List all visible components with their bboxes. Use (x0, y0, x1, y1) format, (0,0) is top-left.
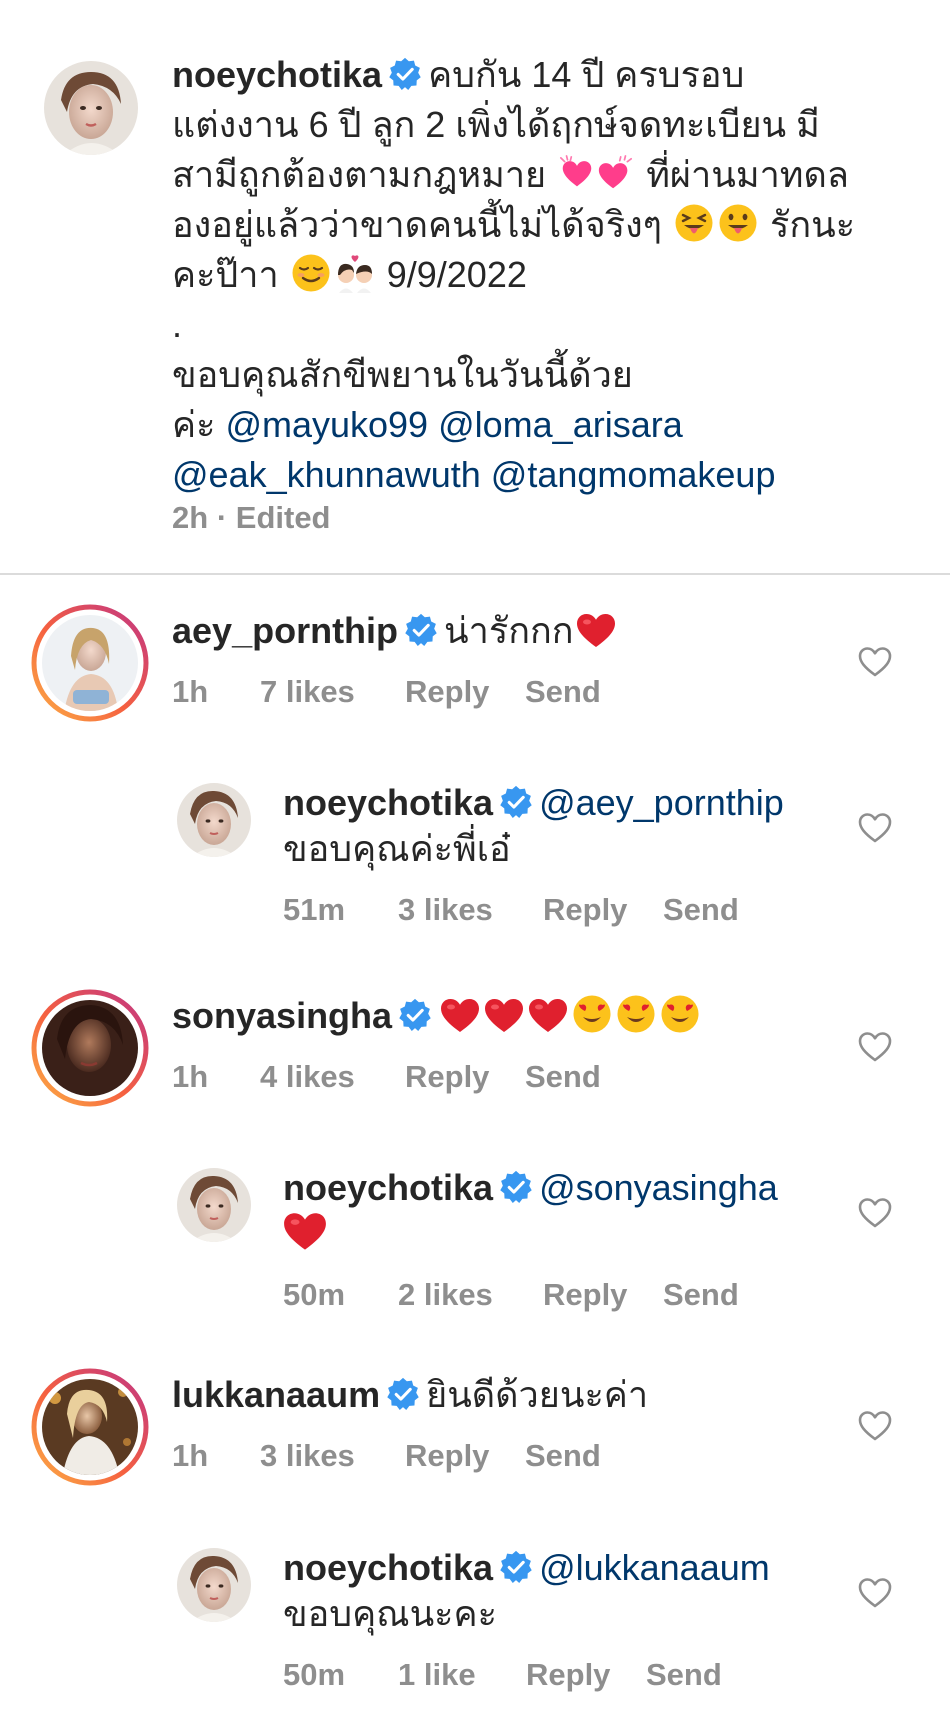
comment-username[interactable]: noeychotika (283, 782, 493, 823)
comment-time: 50m (283, 1657, 346, 1692)
comment-text: aey_pornthip น่ารักกก (172, 608, 752, 654)
caption-line: ขอบคุณสักขีพยานในวันนี้ด้วย (172, 354, 633, 395)
caption-line: องอยู่แล้วว่าขาดคนนี้ไม่ได้จริงๆ (172, 204, 662, 245)
meta-separator: · (216, 500, 228, 535)
avatar[interactable] (176, 1167, 252, 1243)
send-button[interactable]: Send (663, 1277, 739, 1313)
caption-meta: 2h · Edited (172, 500, 331, 536)
divider (0, 573, 950, 575)
mention-link[interactable]: @tangmomakeup (491, 454, 776, 495)
verified-badge-icon (499, 1550, 533, 1584)
mention-link[interactable]: @loma_arisara (438, 404, 683, 445)
heart-outline-icon[interactable] (858, 1577, 892, 1609)
two-hearts-emoji-icon (558, 155, 634, 193)
caption-line: แต่งงาน 6 ปี ลูก 2 เพิ่งได้ฤกษ์จดทะเบียน… (172, 104, 820, 145)
caption-text: noeychotika คบกัน 14 ปี ครบรอบ แต่งงาน 6 … (172, 50, 872, 500)
caption-username[interactable]: noeychotika (172, 54, 382, 95)
caption-line: ที่ผ่านมาทดล (646, 154, 849, 195)
comment-username[interactable]: aey_pornthip (172, 610, 398, 651)
comment-username[interactable]: noeychotika (283, 1547, 493, 1588)
tongue-out-emoji-icon (718, 203, 758, 243)
reply-button[interactable]: Reply (405, 674, 489, 710)
caption-line: . (172, 304, 183, 345)
avatar[interactable] (31, 1368, 149, 1486)
avatar[interactable] (176, 1547, 252, 1623)
verified-badge-icon (404, 613, 438, 647)
avatar[interactable] (31, 989, 149, 1107)
avatar[interactable] (43, 60, 139, 156)
heart-outline-icon[interactable] (858, 812, 892, 844)
caption-line: รักนะ (770, 204, 856, 245)
avatar[interactable] (176, 782, 252, 858)
heart-eyes-emoji-icon (572, 994, 612, 1034)
caption-time: 2h (172, 500, 209, 535)
heart-outline-icon[interactable] (858, 1197, 892, 1229)
caption-date: 9/9/2022 (386, 254, 527, 295)
heart-outline-icon[interactable] (858, 1410, 892, 1442)
likes-count[interactable]: 1 like (398, 1657, 476, 1693)
comment-body: ขอบคุณนะคะ (283, 1593, 497, 1634)
mention-link[interactable]: @lukkanaaum (539, 1547, 770, 1588)
likes-count[interactable]: 3 likes (260, 1438, 355, 1474)
send-button[interactable]: Send (525, 1438, 601, 1474)
heart-eyes-emoji-icon (616, 994, 656, 1034)
likes-count[interactable]: 3 likes (398, 892, 493, 928)
red-heart-emoji-icon (484, 998, 524, 1034)
mention-link[interactable]: @eak_khunnawuth (172, 454, 481, 495)
comment-text: sonyasingha (172, 993, 752, 1039)
likes-count[interactable]: 7 likes (260, 674, 355, 710)
heart-outline-icon[interactable] (858, 646, 892, 678)
comment-body: ยินดีด้วยนะค่า (426, 1374, 649, 1415)
likes-count[interactable]: 2 likes (398, 1277, 493, 1313)
comment-time: 51m (283, 892, 346, 927)
red-heart-emoji-icon (528, 998, 568, 1034)
caption-line: คบกัน 14 ปี ครบรอบ (428, 54, 745, 95)
couple-kiss-emoji-icon (335, 253, 375, 293)
reply-button[interactable]: Reply (526, 1657, 610, 1693)
verified-badge-icon (398, 998, 432, 1032)
likes-count[interactable]: 4 likes (260, 1059, 355, 1095)
caption-line: คะป๊าา (172, 254, 279, 295)
comment-text: noeychotika @aey_pornthip ขอบคุณค่ะพี่เอ๋ (283, 780, 863, 872)
squinting-tongue-emoji-icon (674, 203, 714, 243)
reply-button[interactable]: Reply (405, 1438, 489, 1474)
caption-line: สามีถูกต้องตามกฎหมาย (172, 154, 547, 195)
heart-outline-icon[interactable] (858, 1031, 892, 1063)
verified-badge-icon (499, 785, 533, 819)
comment-body: น่ารักกก (444, 610, 574, 651)
reply-button[interactable]: Reply (405, 1059, 489, 1095)
red-heart-emoji-icon (283, 1212, 327, 1252)
red-heart-emoji-icon (440, 998, 480, 1034)
caption-line: ค่ะ (172, 404, 216, 445)
comment-text: noeychotika @sonyasingha (283, 1165, 863, 1257)
relieved-face-emoji-icon (291, 253, 331, 293)
reply-button[interactable]: Reply (543, 892, 627, 928)
send-button[interactable]: Send (525, 1059, 601, 1095)
comment-time: 1h (172, 1059, 209, 1094)
avatar[interactable] (31, 604, 149, 722)
comment-username[interactable]: sonyasingha (172, 995, 392, 1036)
comment-text: noeychotika @lukkanaaum ขอบคุณนะคะ (283, 1545, 863, 1637)
verified-badge-icon (388, 57, 422, 91)
reply-button[interactable]: Reply (543, 1277, 627, 1313)
mention-link[interactable]: @mayuko99 (225, 404, 428, 445)
comment-time: 1h (172, 1438, 209, 1473)
comment-text: lukkanaaum ยินดีด้วยนะค่า (172, 1372, 752, 1418)
comment-time: 50m (283, 1277, 346, 1312)
send-button[interactable]: Send (525, 674, 601, 710)
comment-username[interactable]: lukkanaaum (172, 1374, 380, 1415)
verified-badge-icon (386, 1377, 420, 1411)
edited-label: Edited (235, 500, 331, 535)
comment-username[interactable]: noeychotika (283, 1167, 493, 1208)
mention-link[interactable]: @sonyasingha (539, 1167, 778, 1208)
comment-time: 1h (172, 674, 209, 709)
post-caption: noeychotika คบกัน 14 ปี ครบรอบ แต่งงาน 6 … (0, 0, 950, 574)
send-button[interactable]: Send (646, 1657, 722, 1693)
comment-body: ขอบคุณค่ะพี่เอ๋ (283, 828, 511, 869)
red-heart-emoji-icon (576, 613, 616, 649)
mention-link[interactable]: @aey_pornthip (539, 782, 784, 823)
send-button[interactable]: Send (663, 892, 739, 928)
verified-badge-icon (499, 1170, 533, 1204)
heart-eyes-emoji-icon (660, 994, 700, 1034)
